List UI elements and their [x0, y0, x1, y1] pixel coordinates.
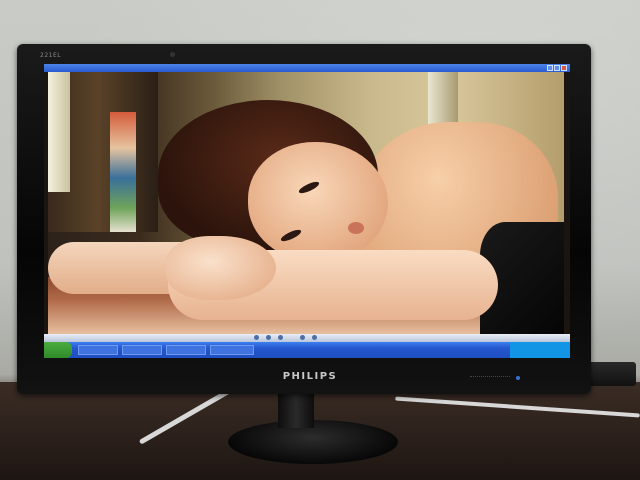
displayed-photo: [48, 72, 564, 334]
lips: [348, 222, 364, 234]
close-button[interactable]: [561, 65, 567, 71]
taskbar-item[interactable]: [78, 345, 118, 355]
delete-icon[interactable]: [312, 335, 317, 340]
viewer-toolbar: [44, 334, 570, 342]
webcam: [170, 52, 175, 57]
previous-icon[interactable]: [254, 335, 259, 340]
face: [248, 142, 388, 262]
rotate-icon[interactable]: [300, 335, 305, 340]
taskbar-item[interactable]: [122, 345, 162, 355]
hand: [166, 236, 276, 300]
play-icon[interactable]: [266, 335, 271, 340]
monitor-buttons[interactable]: [470, 376, 510, 380]
books: [110, 112, 136, 232]
window-light: [48, 72, 70, 192]
window-controls: [547, 65, 567, 71]
monitor-model-label: 221EL: [40, 52, 62, 59]
maximize-button[interactable]: [554, 65, 560, 71]
start-button[interactable]: [44, 342, 72, 358]
system-tray: [510, 342, 570, 358]
taskbar: [44, 342, 570, 358]
next-icon[interactable]: [278, 335, 283, 340]
minimize-button[interactable]: [547, 65, 553, 71]
power-led-icon: [516, 376, 520, 380]
window-titlebar: [44, 64, 570, 72]
brand-logo: PHILIPS: [282, 371, 338, 382]
taskbar-item[interactable]: [210, 345, 254, 355]
monitor-screen: [44, 64, 570, 358]
taskbar-item[interactable]: [166, 345, 206, 355]
